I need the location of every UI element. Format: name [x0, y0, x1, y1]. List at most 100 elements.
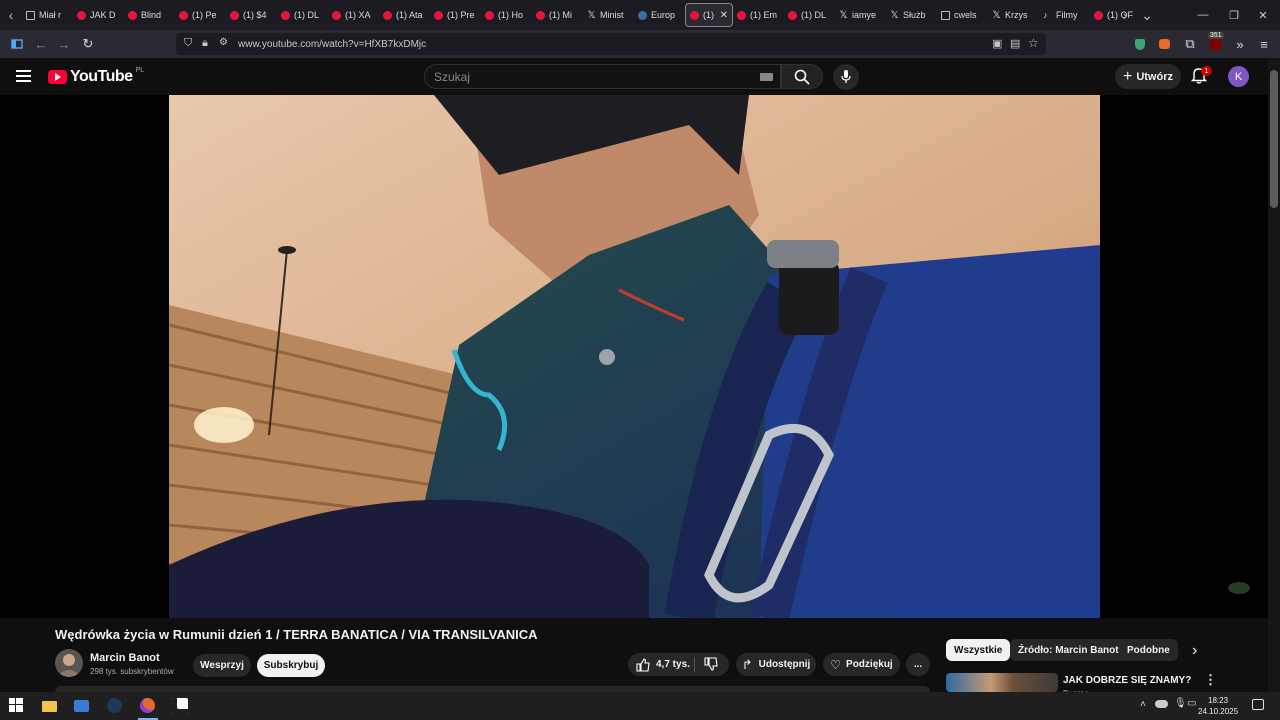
x-favicon-icon: 𝕏 — [890, 9, 899, 21]
chips-next-icon[interactable]: › — [1192, 642, 1197, 660]
browser-tab[interactable]: (1) Pe — [175, 3, 226, 27]
chip-related[interactable]: Podobne — [1119, 639, 1178, 661]
youtube-favicon-icon — [179, 10, 188, 20]
close-tab-icon[interactable]: ✕ — [720, 10, 728, 21]
browser-tab[interactable]: (1) ✕ — [685, 3, 733, 27]
recommendation-thumbnail[interactable] — [946, 673, 1058, 692]
browser-tab[interactable]: 𝕏 Krzys — [988, 3, 1039, 27]
extension-fox-icon[interactable] — [1155, 35, 1173, 53]
notification-center-icon[interactable] — [1252, 699, 1264, 710]
browser-tab[interactable]: (1) Ata — [379, 3, 430, 27]
extension-shield-icon[interactable] — [1131, 35, 1149, 53]
bookmark-star-icon[interactable]: ☆ — [1028, 36, 1039, 50]
tab-list-dropdown-icon[interactable]: ⌄ — [1136, 0, 1158, 30]
microphone-tray-icon[interactable]: 🎙︎ — [1174, 698, 1187, 709]
channel-watermark-icon[interactable] — [1228, 582, 1250, 594]
guide-menu-icon[interactable] — [16, 69, 31, 83]
steam-icon[interactable] — [107, 698, 123, 714]
chip-from-channel[interactable]: Źródło: Marcin Banot — [1010, 639, 1127, 661]
browser-tab[interactable]: Blind — [124, 3, 175, 27]
minimize-icon[interactable]: — — [1186, 0, 1220, 30]
sidebar-toggle-icon[interactable] — [8, 35, 26, 53]
browser-tab-label: (1) — [703, 10, 714, 20]
app-window-icon[interactable] — [172, 698, 188, 714]
browser-tab-label: (1) Mi — [549, 10, 572, 20]
browser-tab[interactable]: (1) Em — [733, 3, 784, 27]
browser-tab[interactable]: 𝕏 Służb — [886, 3, 937, 27]
system-clock[interactable]: 18:23 24.10.2025 — [1198, 695, 1238, 717]
browser-tab[interactable]: (1) XA — [328, 3, 379, 27]
extensions-icon[interactable]: ⧉ — [1181, 35, 1199, 53]
youtube-favicon-icon — [332, 10, 341, 20]
dislike-button[interactable] — [704, 657, 718, 674]
plus-icon: + — [1122, 67, 1133, 85]
firefox-icon[interactable] — [140, 698, 156, 714]
network-app-icon[interactable] — [74, 698, 90, 714]
youtube-favicon-icon — [690, 10, 699, 20]
page-scrollbar-thumb[interactable] — [1270, 70, 1278, 208]
browser-tab[interactable]: 𝕏 Minist — [583, 3, 634, 27]
thanks-button[interactable]: ♡ Podziękuj — [823, 653, 900, 676]
browser-tab[interactable]: 𝕏iamye — [835, 3, 886, 27]
channel-avatar[interactable] — [55, 649, 83, 677]
chip-all[interactable]: Wszystkie — [946, 639, 1011, 661]
browser-tab[interactable]: (1) Ho — [481, 3, 532, 27]
share-button[interactable]: ↱ Udostępnij — [736, 653, 816, 676]
url-bar[interactable]: ⛉ 🔒︎ ⚙ www.youtube.com/watch?v=HfXB7kxDM… — [176, 33, 1046, 55]
browser-tab[interactable]: JAK D — [73, 3, 124, 27]
browser-tab[interactable]: (1) Pre — [430, 3, 481, 27]
browser-tab[interactable]: cwels — [937, 3, 988, 27]
voice-search-button[interactable] — [833, 64, 859, 90]
browser-tab[interactable]: (1) Mi — [532, 3, 583, 27]
back-icon[interactable]: ← — [32, 35, 50, 53]
browser-tab[interactable]: (1) DL — [784, 3, 835, 27]
account-avatar[interactable]: K — [1228, 66, 1249, 87]
channel-name[interactable]: Marcin Banot — [90, 652, 160, 664]
search-input[interactable]: Szukaj — [424, 64, 781, 89]
video-player[interactable] — [169, 95, 1100, 618]
browser-tab[interactable]: ♪ Filmy — [1039, 3, 1090, 27]
tracking-protection-icon[interactable]: ⛉ — [184, 37, 192, 50]
tab-scroll-right-icon[interactable]: › — [1114, 0, 1136, 30]
network-tray-icon[interactable]: ▭ — [1187, 698, 1196, 709]
recommendation-title[interactable]: JAK DOBRZE SIĘ ZNAMY? — [1063, 675, 1191, 686]
overflow-menu-icon[interactable]: » — [1231, 35, 1249, 53]
browser-tab-label: Minist — [600, 10, 624, 20]
browser-tab-label: (1) Em — [750, 10, 777, 20]
tiktok-favicon-icon: ♪ — [1043, 9, 1048, 20]
lock-icon[interactable]: 🔒︎ — [202, 37, 208, 50]
browser-tab[interactable]: Europ — [634, 3, 685, 27]
generic-favicon-icon — [26, 10, 35, 20]
reload-icon[interactable]: ↻ — [79, 35, 97, 53]
app-menu-icon[interactable]: ≡ — [1255, 35, 1273, 53]
reader-view-icon[interactable]: ▤ — [1010, 37, 1020, 50]
keyboard-icon[interactable] — [760, 73, 773, 81]
youtube-favicon-icon — [1094, 10, 1103, 20]
recommendation-menu-icon[interactable]: ⋮ — [1204, 672, 1217, 688]
windows-start-icon[interactable] — [9, 698, 25, 714]
url-text[interactable]: www.youtube.com/watch?v=HfXB7kxDMjc — [238, 39, 426, 50]
onedrive-icon[interactable] — [1155, 700, 1168, 708]
tray-overflow-icon[interactable]: ˄ — [1140, 699, 1146, 710]
picture-in-picture-icon[interactable]: ▣ — [992, 37, 1002, 50]
youtube-logo[interactable]: YouTube PL — [48, 67, 144, 86]
tab-scroll-left-icon[interactable]: ‹ — [0, 0, 22, 30]
browser-tab-label: (1) DL — [294, 10, 320, 20]
youtube-play-icon — [48, 70, 67, 84]
browser-tab-label: Filmy — [1056, 10, 1078, 20]
x-favicon-icon: 𝕏 — [839, 9, 848, 21]
browser-tab[interactable]: Miał r — [22, 3, 73, 27]
browser-tab[interactable]: (1) $4 — [226, 3, 277, 27]
close-window-icon[interactable]: ✕ — [1246, 0, 1280, 30]
permissions-icon[interactable]: ⚙ — [219, 37, 228, 48]
search-button[interactable] — [781, 64, 823, 89]
create-button[interactable]: + Utwórz — [1115, 64, 1181, 89]
create-label: Utwórz — [1136, 70, 1173, 83]
more-actions-button[interactable]: ... — [906, 653, 930, 676]
subscribe-button[interactable]: Subskrybuj — [257, 654, 325, 677]
file-explorer-icon[interactable] — [42, 698, 58, 714]
forward-icon[interactable]: → — [55, 35, 73, 53]
browser-tab[interactable]: (1) DL — [277, 3, 328, 27]
like-button[interactable]: 4,7 tys. — [636, 657, 690, 672]
support-button[interactable]: Wesprzyj — [193, 654, 251, 677]
